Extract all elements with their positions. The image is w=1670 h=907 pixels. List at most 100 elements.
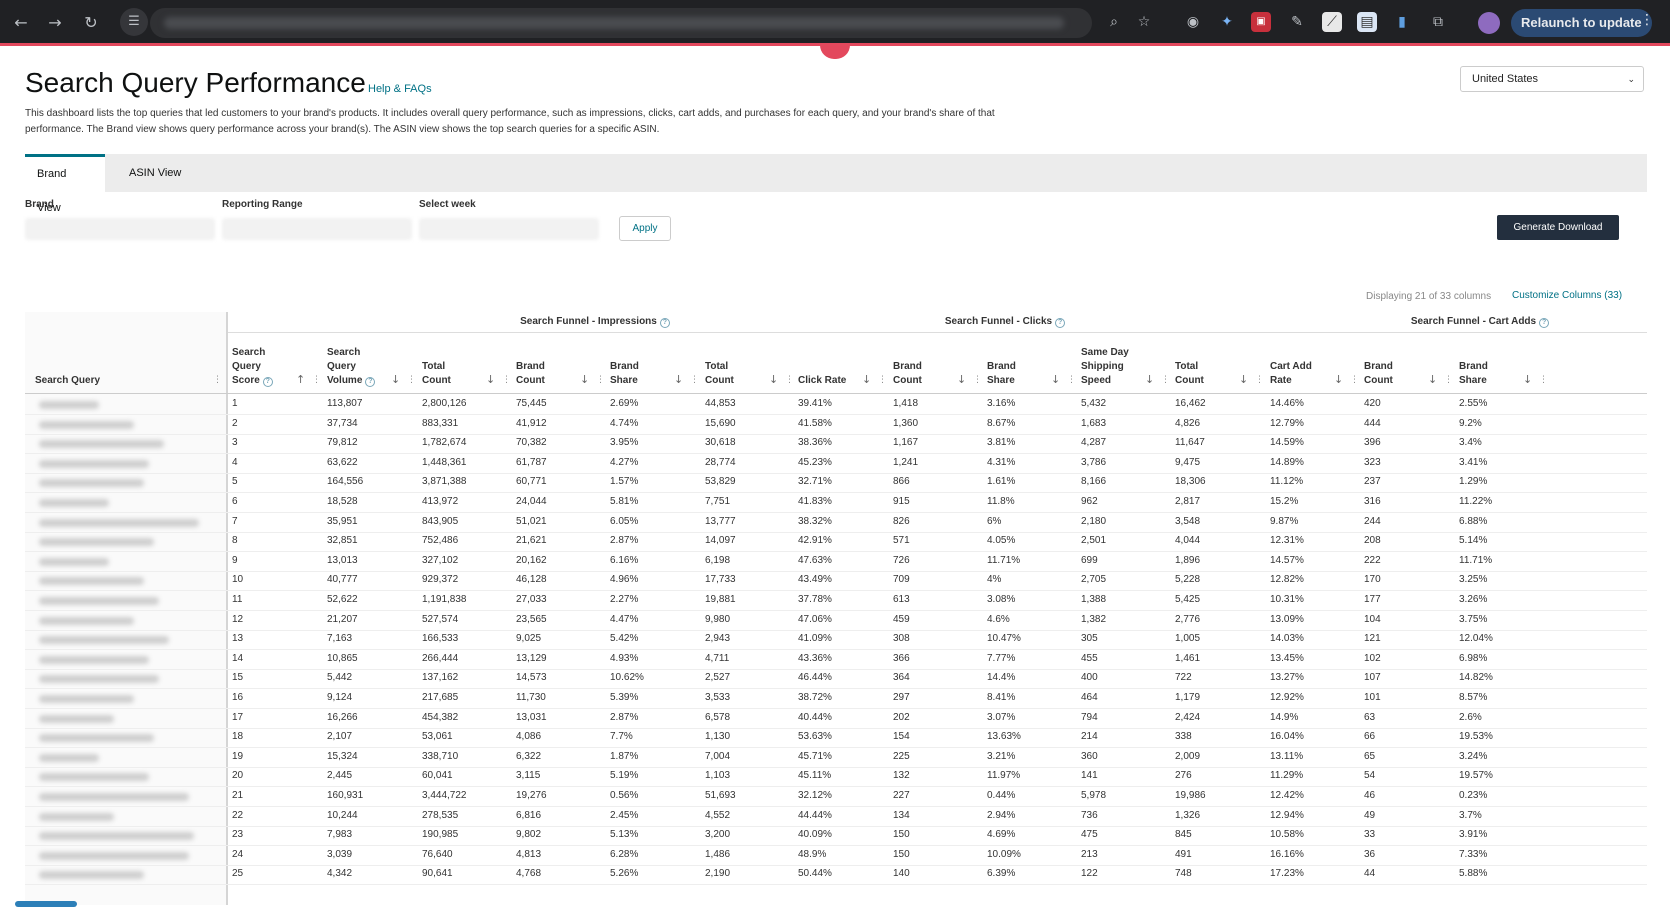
column-menu-icon[interactable]: ⋮ <box>502 373 511 387</box>
column-header-impressions-brand-share[interactable]: Brand Share ↓ ⋮ <box>610 336 700 392</box>
star-icon[interactable]: ☆ <box>1134 12 1154 32</box>
table-row[interactable]: 16 9,124 217,685 11,730 5.39% 3,533 38.72% 297 8… <box>25 688 1647 709</box>
search-query-text-blurred[interactable] <box>39 577 144 586</box>
extension-icon[interactable]: ✦ <box>1217 12 1237 32</box>
column-header-cart-adds-total-count[interactable]: Total Count ↓ ⋮ <box>1175 336 1265 392</box>
search-query-text-blurred[interactable] <box>39 675 159 684</box>
sort-descending-icon[interactable]: ↓ <box>769 373 778 387</box>
search-query-text-blurred[interactable] <box>39 597 159 605</box>
search-query-text-blurred[interactable] <box>39 793 189 801</box>
info-icon[interactable]: ? <box>1055 318 1066 328</box>
table-row[interactable]: 8 32,851 752,486 21,621 2.87% 14,097 42.91% 571… <box>25 531 1647 553</box>
doc-ext-icon[interactable]: ▤ <box>1357 12 1377 32</box>
column-header-impressions-total-count[interactable]: Total Count ↓ ⋮ <box>422 336 512 392</box>
search-query-text-blurred[interactable] <box>39 851 189 860</box>
sort-descending-icon[interactable]: ↓ <box>1239 373 1248 387</box>
reload-icon[interactable]: ↻ <box>78 10 104 36</box>
table-row[interactable]: 11 52,622 1,191,838 27,033 2.27% 19,881 37.78%… <box>25 590 1647 611</box>
column-header-search-query-volume[interactable]: Search Query Volume? ↓ ⋮ <box>327 336 417 392</box>
column-menu-icon[interactable]: ⋮ <box>785 373 794 387</box>
range-filter-select[interactable] <box>222 218 412 240</box>
table-row[interactable]: 2 37,734 883,331 41,912 4.74% 15,690 41.58% 1,3… <box>25 414 1647 435</box>
table-row[interactable]: 22 10,244 278,535 6,816 2.45% 4,552 44.44% 134 2… <box>25 806 1647 827</box>
table-row[interactable]: 7 35,951 843,905 51,021 6.05% 13,777 38.32% 826… <box>25 512 1647 533</box>
sort-descending-icon[interactable]: ↓ <box>1145 373 1154 387</box>
search-query-text-blurred[interactable] <box>39 636 169 645</box>
table-row[interactable]: 10 40,777 929,372 46,128 4.96% 17,733 43.49% 70… <box>25 570 1647 592</box>
column-header-impressions-brand-count[interactable]: Brand Count ↓ ⋮ <box>516 336 606 392</box>
tab-asin-view[interactable]: ASIN View <box>117 154 193 192</box>
table-row[interactable]: 1 113,807 2,800,126 75,445 2.69% 44,853 39.41%… <box>25 394 1647 415</box>
info-icon[interactable]: ? <box>659 318 670 328</box>
search-query-text-blurred[interactable] <box>39 538 154 547</box>
search-query-text-blurred[interactable] <box>39 616 134 625</box>
search-query-text-blurred[interactable] <box>39 871 144 880</box>
sort-descending-icon[interactable]: ↓ <box>1051 373 1060 387</box>
search-query-text-blurred[interactable] <box>39 518 199 527</box>
search-query-text-blurred[interactable] <box>39 832 194 841</box>
info-icon[interactable]: ? <box>1539 318 1550 328</box>
week-filter-select[interactable] <box>419 218 599 240</box>
extension-badge-icon[interactable]: ▣ <box>1251 12 1271 32</box>
sort-descending-icon[interactable]: ↓ <box>1428 373 1437 387</box>
table-row[interactable]: 20 2,445 60,041 3,115 5.19% 1,103 45.11% 132 11.… <box>25 766 1647 788</box>
address-bar[interactable] <box>150 8 1092 38</box>
table-row[interactable]: 17 16,266 454,382 13,031 2.87% 6,578 40.44% 202… <box>25 708 1647 729</box>
column-menu-icon[interactable]: ⋮ <box>1067 373 1076 387</box>
bars-ext-icon[interactable]: ▮ <box>1392 12 1412 32</box>
country-select[interactable]: United States ⌄ <box>1460 66 1644 92</box>
sort-descending-icon[interactable]: ↓ <box>1523 373 1532 387</box>
search-query-text-blurred[interactable] <box>39 420 134 429</box>
forward-icon[interactable]: → <box>42 10 68 36</box>
column-header-cart-add-rate[interactable]: Cart Add Rate ↓ ⋮ <box>1270 336 1360 392</box>
sort-descending-icon[interactable]: ↓ <box>580 373 589 387</box>
table-row[interactable]: 6 18,528 413,972 24,044 5.81% 7,751 41.83% 915 1… <box>25 492 1647 513</box>
column-menu-icon[interactable]: ⋮ <box>596 373 605 387</box>
tune-icon[interactable]: ☰ <box>120 8 148 36</box>
help-faqs-link[interactable]: Help & FAQs <box>368 83 432 95</box>
column-header-click-rate[interactable]: Click Rate ↓ ⋮ <box>798 336 888 392</box>
table-row[interactable]: 3 79,812 1,782,674 70,382 3.95% 30,618 38.36% 1… <box>25 433 1647 455</box>
search-query-text-blurred[interactable] <box>39 812 114 821</box>
more-vert-icon[interactable]: ⋮ <box>1640 12 1654 28</box>
search-query-text-blurred[interactable] <box>39 714 114 723</box>
column-menu-icon[interactable]: ⋮ <box>312 373 321 387</box>
chart-ext-icon[interactable]: ⟋ <box>1322 12 1342 32</box>
column-header-same-day-shipping-speed[interactable]: Same Day Shipping Speed ↓ ⋮ <box>1081 336 1171 392</box>
table-row[interactable]: 25 4,342 90,641 4,768 5.26% 2,190 50.44% 140 6.3… <box>25 864 1647 886</box>
info-icon[interactable]: ? <box>365 377 376 387</box>
column-menu-icon[interactable]: ⋮ <box>407 373 416 387</box>
zoom-icon[interactable]: ⌕ <box>1104 12 1124 32</box>
sort-descending-icon[interactable]: ↓ <box>486 373 495 387</box>
table-row[interactable]: 12 21,207 527,574 23,565 4.47% 9,980 47.06% 459… <box>25 610 1647 631</box>
table-row[interactable]: 14 10,865 266,444 13,129 4.93% 4,711 43.36% 366… <box>25 649 1647 670</box>
sort-descending-icon[interactable]: ↓ <box>957 373 966 387</box>
search-query-text-blurred[interactable] <box>39 753 99 762</box>
search-query-text-blurred[interactable] <box>39 557 109 566</box>
sort-descending-icon[interactable]: ↓ <box>674 373 683 387</box>
table-row[interactable]: 19 15,324 338,710 6,322 1.87% 7,004 45.71% 225 3… <box>25 747 1647 768</box>
back-icon[interactable]: ← <box>8 10 34 36</box>
column-header-cart-adds-brand-share[interactable]: Brand Share ↓ ⋮ <box>1459 336 1549 392</box>
tab-brand-view[interactable]: Brand View <box>25 154 105 214</box>
column-menu-icon[interactable]: ⋮ <box>1444 373 1453 387</box>
column-menu-icon[interactable]: ⋮ <box>690 373 699 387</box>
pen-icon[interactable]: ✎ <box>1287 12 1307 32</box>
sort-descending-icon[interactable]: ↓ <box>1334 373 1343 387</box>
camera-icon[interactable]: ◉ <box>1183 12 1203 32</box>
column-menu-icon[interactable]: ⋮ <box>1161 373 1170 387</box>
horizontal-scrollbar[interactable] <box>15 901 77 907</box>
sort-descending-icon[interactable]: ↓ <box>862 373 871 387</box>
search-query-text-blurred[interactable] <box>39 479 144 488</box>
generate-download-button[interactable]: Generate Download <box>1497 215 1619 240</box>
search-query-text-blurred[interactable] <box>39 773 149 782</box>
table-row[interactable]: 13 7,163 166,533 9,025 5.42% 2,943 41.09% 308 10… <box>25 629 1647 651</box>
customize-columns-link[interactable]: Customize Columns (33) <box>1512 290 1622 301</box>
column-menu-icon[interactable]: ⋮ <box>213 373 222 387</box>
column-header-clicks-brand-count[interactable]: Brand Count ↓ ⋮ <box>893 336 983 392</box>
table-row[interactable]: 15 5,442 137,162 14,573 10.62% 2,527 46.44% 364… <box>25 668 1647 690</box>
search-query-text-blurred[interactable] <box>39 459 149 468</box>
column-menu-icon[interactable]: ⋮ <box>1255 373 1264 387</box>
profile-avatar[interactable] <box>1478 12 1500 34</box>
table-row[interactable]: 23 7,983 190,985 9,802 5.13% 3,200 40.09% 150 4.… <box>25 825 1647 847</box>
